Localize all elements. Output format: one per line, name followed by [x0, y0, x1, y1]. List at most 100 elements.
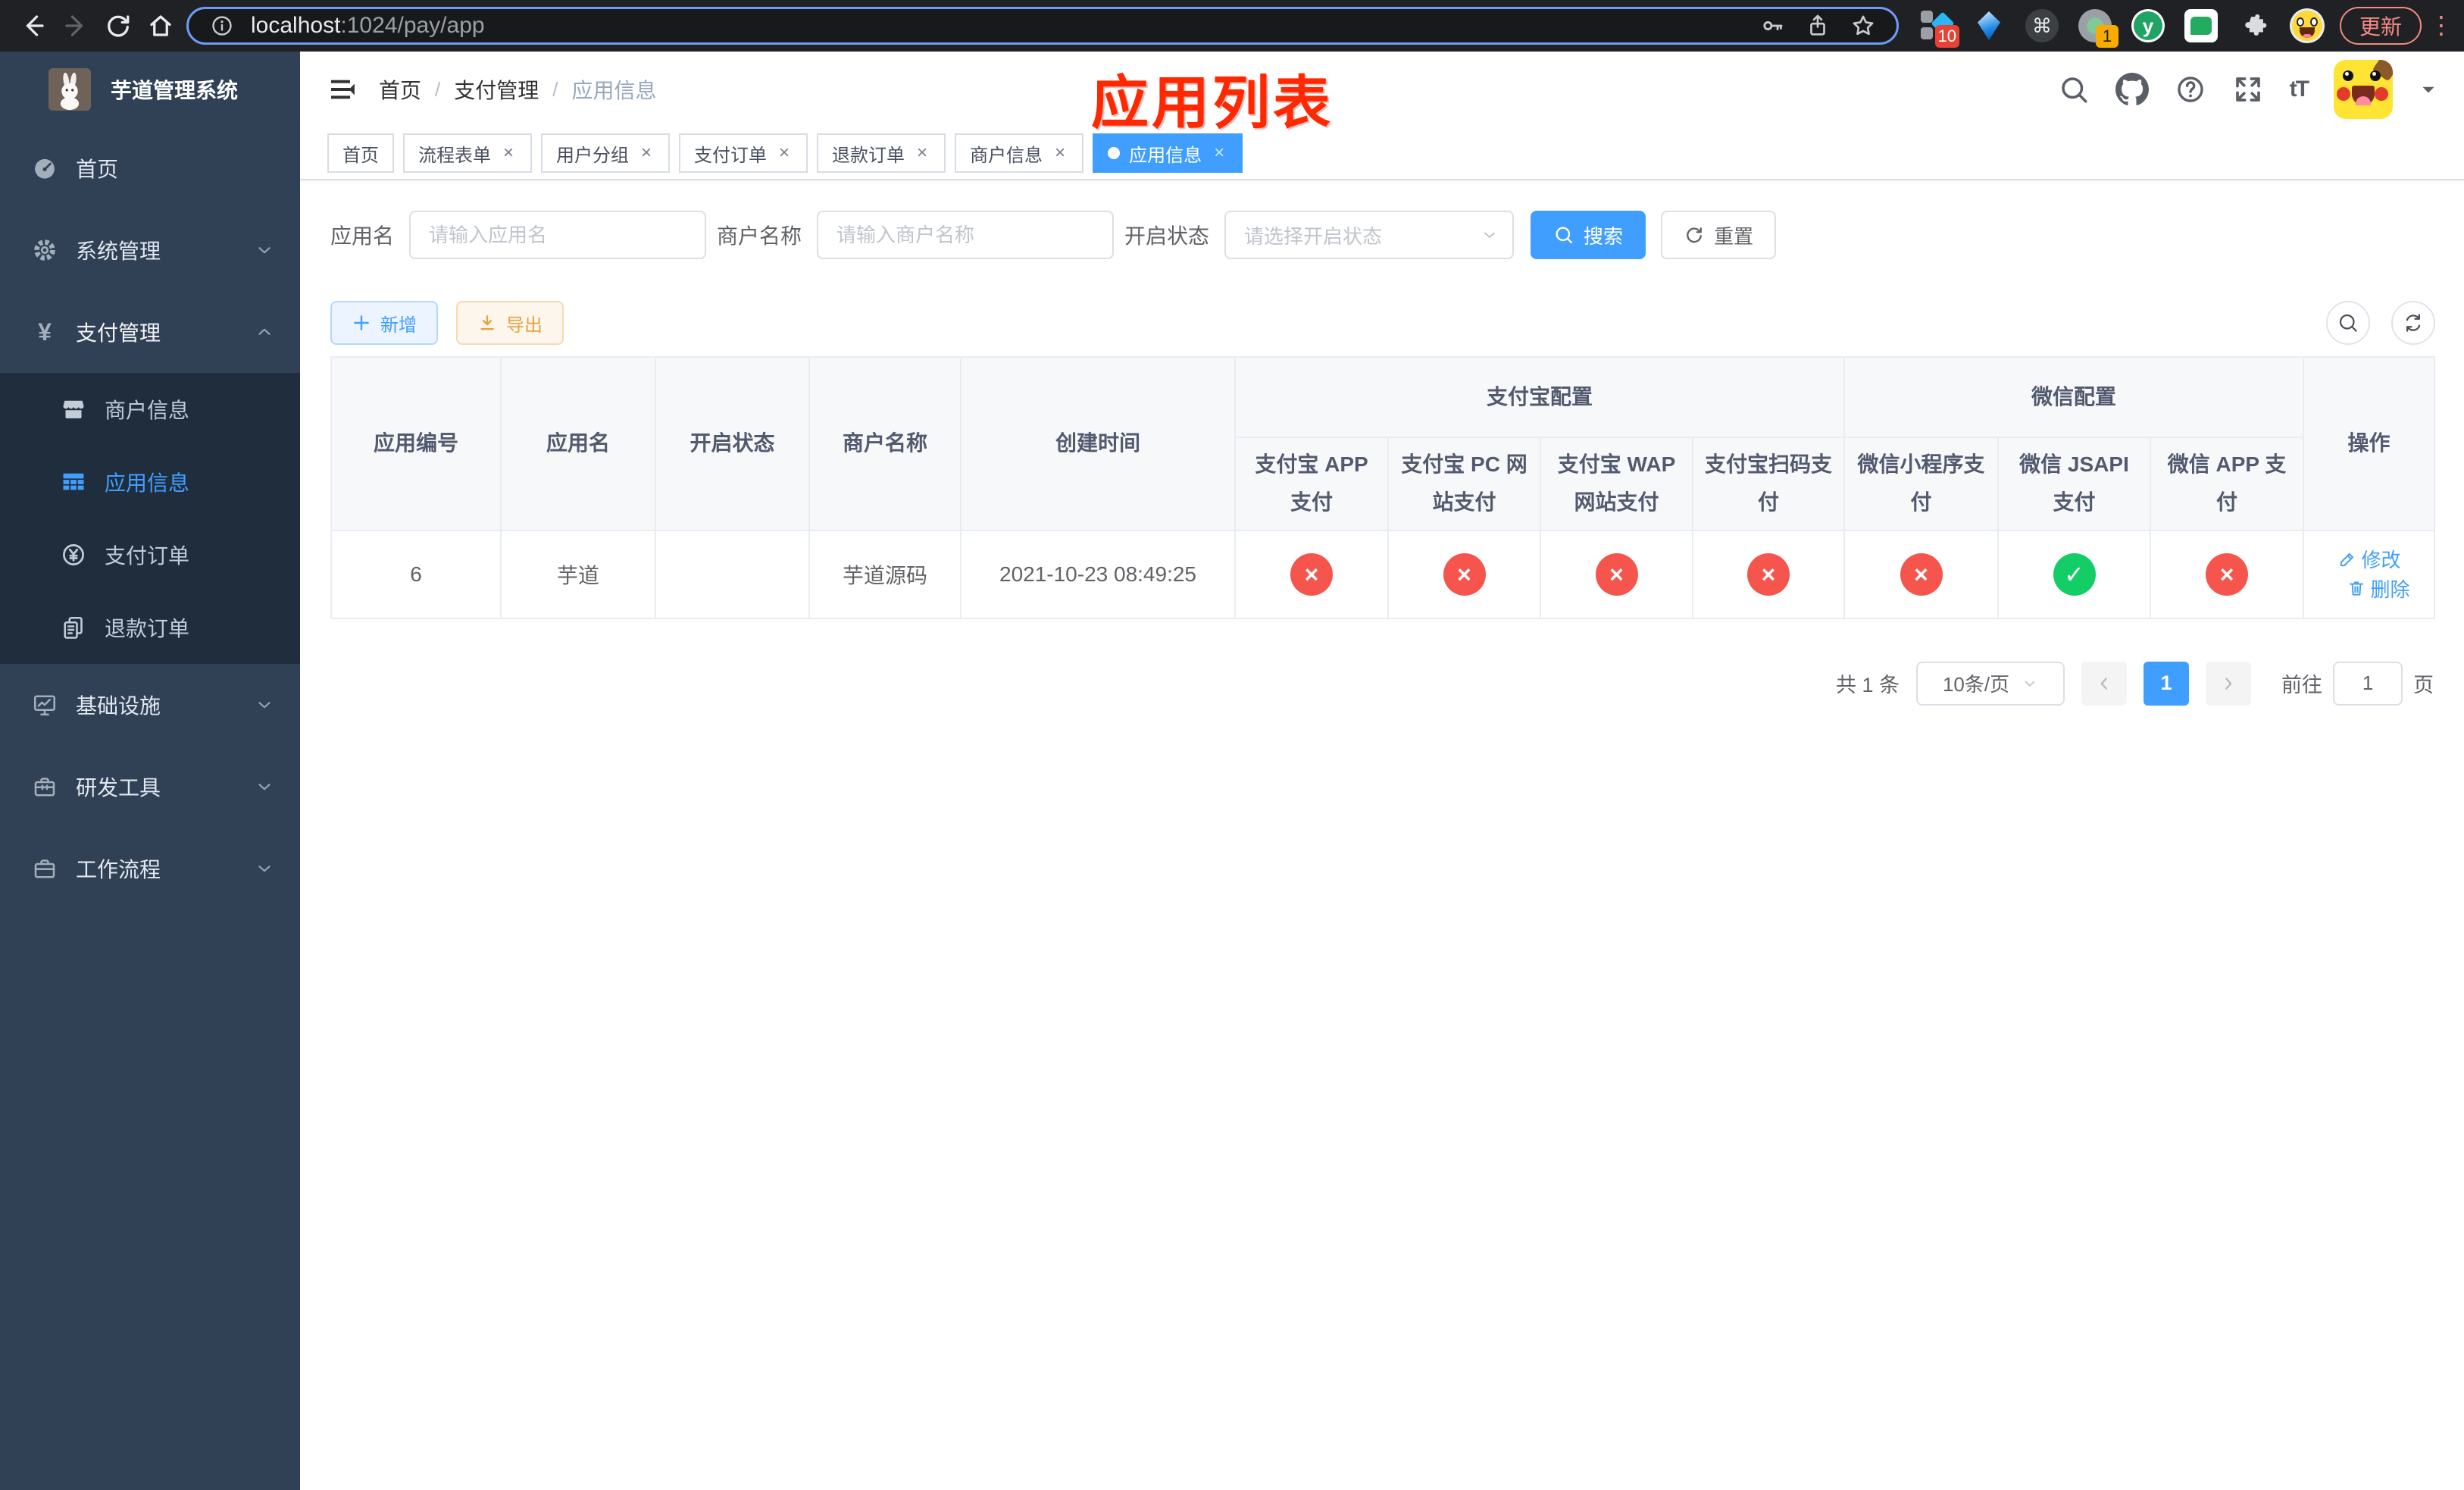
edit-link[interactable]: 修改: [2337, 545, 2401, 573]
app-name-input[interactable]: [409, 211, 707, 259]
breadcrumb-payment[interactable]: 支付管理: [454, 74, 539, 105]
col-alipay-pc: 支付宝 PC 网站支付: [1387, 437, 1541, 531]
extension-tabs-icon[interactable]: 10: [1918, 8, 1959, 48]
sidebar: 芋道管理系统 首页 系统管理 ¥ 支付管理 商户信息 应用信息 支付订单 退款订…: [0, 52, 300, 1490]
url-text[interactable]: localhost:1024/pay/app: [251, 13, 485, 39]
extension-kite-icon[interactable]: [1972, 8, 2006, 43]
show-search-button[interactable]: [2326, 301, 2371, 345]
status-select[interactable]: 请选择开启状态: [1224, 211, 1515, 259]
tab-close-icon[interactable]: ×: [638, 142, 655, 164]
col-group-alipay: 支付宝配置: [1234, 356, 1846, 438]
browser-profile-avatar[interactable]: [2289, 8, 2325, 43]
sidebar-item-pay-order[interactable]: 支付订单: [0, 518, 300, 591]
annotation-title: 应用列表: [1091, 71, 1334, 136]
refresh-icon: [2406, 314, 2421, 332]
goto-page-input[interactable]: [2333, 661, 2403, 706]
sidebar-item-merchant-info[interactable]: 商户信息: [0, 373, 300, 446]
total-count: 共 1 条: [1836, 674, 1900, 697]
fullscreen-icon[interactable]: [2232, 74, 2264, 105]
sidebar-item-label: 首页: [76, 158, 119, 181]
app-logo-rabbit: [48, 68, 91, 111]
delete-link[interactable]: 删除: [2347, 574, 2410, 603]
tab-label: 流程表单: [418, 145, 491, 166]
sidebar-item-dev-tools[interactable]: 研发工具: [0, 746, 300, 828]
export-button[interactable]: 导出: [456, 301, 564, 345]
sidebar-item-refund-order[interactable]: 退款订单: [0, 591, 300, 664]
tab-home[interactable]: 首页: [327, 133, 394, 173]
breadcrumb-separator: /: [435, 77, 441, 101]
extension-proxy-icon[interactable]: 1: [2078, 8, 2118, 48]
tab-user-group[interactable]: 用户分组 ×: [541, 133, 671, 173]
sidebar-item-home[interactable]: 首页: [0, 127, 300, 209]
font-size-icon[interactable]: tT: [2290, 77, 2309, 102]
status-check-icon: ✓: [2053, 552, 2096, 596]
bookmark-star-icon[interactable]: [1846, 13, 1880, 39]
col-wechat-mini: 微信小程序支付: [1843, 437, 2000, 531]
url-bar[interactable]: localhost:1024/pay/app: [186, 7, 1899, 45]
help-icon[interactable]: [2175, 74, 2206, 105]
extension-y-logo-icon[interactable]: y: [2131, 8, 2165, 43]
extensions-puzzle-icon[interactable]: [2237, 8, 2272, 43]
add-button[interactable]: 新增: [330, 301, 438, 345]
browser-menu-icon[interactable]: ⋮: [2429, 14, 2453, 37]
browser-forward-button[interactable]: [55, 5, 97, 47]
sidebar-item-infrastructure[interactable]: 基础设施: [0, 664, 300, 746]
tab-close-icon[interactable]: ×: [914, 142, 930, 164]
breadcrumb-home[interactable]: 首页: [379, 74, 421, 105]
browser-back-button[interactable]: [12, 5, 55, 47]
refresh-table-button[interactable]: [2391, 301, 2436, 345]
browser-home-button[interactable]: [139, 5, 182, 47]
payment-submenu: 商户信息 应用信息 支付订单 退款订单: [0, 373, 300, 664]
search-icon: [1556, 227, 1573, 244]
sidebar-collapse-button[interactable]: [327, 74, 358, 105]
page-number-1[interactable]: 1: [2143, 661, 2190, 706]
tab-close-icon[interactable]: ×: [500, 142, 517, 164]
tab-close-icon[interactable]: ×: [1052, 142, 1068, 164]
breadcrumb-separator: /: [552, 77, 558, 101]
user-avatar[interactable]: [2334, 60, 2394, 119]
cell-created: 2021-10-23 08:49:25: [960, 529, 1236, 619]
sidebar-item-workflow[interactable]: 工作流程: [0, 828, 300, 909]
github-icon[interactable]: [2115, 73, 2149, 106]
tab-flow-form[interactable]: 流程表单 ×: [403, 133, 533, 173]
arrow-right-icon: [65, 15, 83, 36]
document-copy-icon: [58, 614, 89, 641]
tab-close-icon[interactable]: ×: [1211, 142, 1227, 164]
prev-page-button[interactable]: [2081, 661, 2128, 706]
sidebar-item-system[interactable]: 系统管理: [0, 209, 300, 291]
extension-chat-icon[interactable]: [2184, 8, 2219, 43]
tab-pay-order[interactable]: 支付订单 ×: [679, 133, 808, 173]
tab-merchant-info[interactable]: 商户信息 ×: [955, 133, 1084, 173]
status-cross-icon: ×: [2206, 552, 2249, 596]
caret-down-icon[interactable]: [2419, 80, 2438, 99]
chevron-down-icon: [255, 859, 274, 878]
site-info-icon[interactable]: [205, 14, 239, 38]
search-icon[interactable]: [2058, 74, 2090, 105]
tab-label: 用户分组: [556, 145, 630, 166]
sidebar-item-app-info[interactable]: 应用信息: [0, 446, 300, 518]
merchant-name-input[interactable]: [817, 211, 1115, 259]
add-button-label: 新增: [380, 315, 417, 336]
next-page-button[interactable]: [2206, 661, 2252, 706]
storefront-icon: [58, 396, 89, 423]
reset-button[interactable]: 重置: [1661, 211, 1777, 259]
password-key-icon[interactable]: [1756, 13, 1789, 39]
browser-reload-button[interactable]: [97, 5, 139, 47]
browser-update-button[interactable]: 更新: [2339, 7, 2422, 45]
tab-close-icon[interactable]: ×: [776, 142, 793, 164]
sidebar-item-payment[interactable]: ¥ 支付管理: [0, 291, 300, 373]
app-logo-row: 芋道管理系统: [0, 52, 300, 127]
page-size-select[interactable]: 10条/页: [1916, 661, 2065, 706]
monitor-chart-icon: [29, 691, 61, 718]
chevron-left-icon: [2100, 678, 2107, 690]
extension-command-icon[interactable]: ⌘: [2025, 8, 2059, 43]
search-button[interactable]: 搜索: [1531, 211, 1646, 259]
share-icon[interactable]: [1801, 13, 1834, 39]
sidebar-item-label: 商户信息: [105, 399, 190, 422]
col-wechat-jsapi: 微信 JSAPI 支付: [1997, 437, 2152, 531]
col-group-wechat: 微信配置: [1843, 356, 2305, 438]
tab-refund-order[interactable]: 退款订单 ×: [817, 133, 946, 173]
tags-view: 首页 流程表单 × 用户分组 × 支付订单 × 退款订单 × 商户信息 × 应用信息 ×: [300, 127, 2464, 180]
goto-label: 前往: [2281, 674, 2323, 697]
top-navbar: 首页 / 支付管理 / 应用信息 应用列表 tT: [300, 52, 2464, 136]
